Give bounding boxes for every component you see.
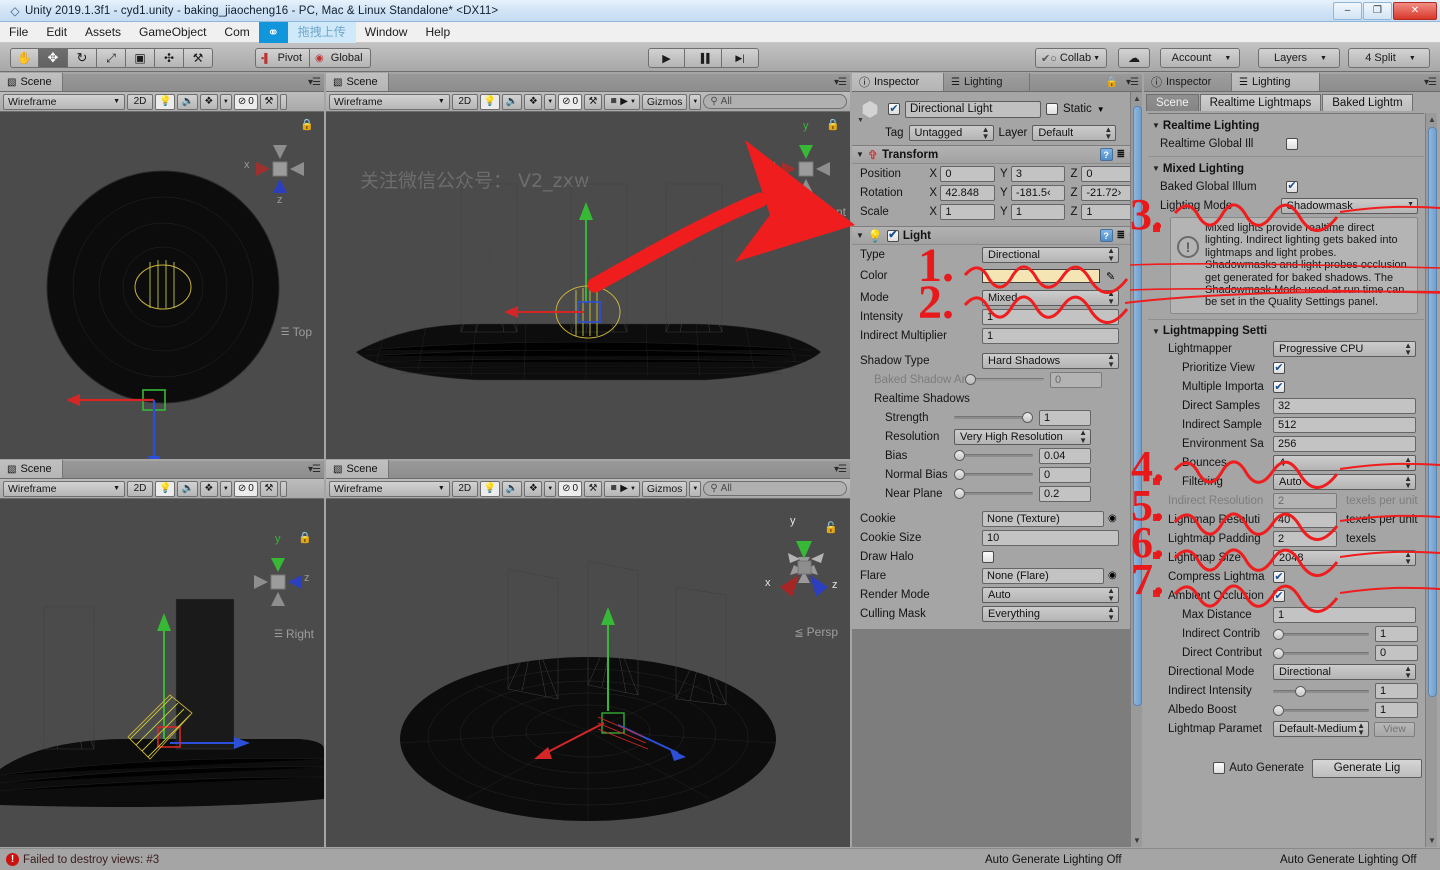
squiggle-1 [965, 267, 1127, 293]
annotation-number-7: 7. [1131, 558, 1164, 602]
squiggle-4 [1175, 462, 1440, 488]
squiggle-6 [1175, 550, 1440, 576]
status-center-text: Auto Generate Lighting Off [985, 854, 1122, 866]
annotation-number-3: 3. [1130, 193, 1163, 237]
annotation-number-2: 2. [918, 279, 954, 327]
status-message[interactable]: Failed to destroy views: #3 [23, 854, 159, 866]
squiggle-7 [1175, 586, 1440, 612]
status-right-text: Auto Generate Lighting Off [1280, 854, 1417, 866]
squiggle-2 [965, 292, 1440, 323]
big-red-arrow [595, 140, 855, 285]
error-icon: ! [6, 853, 19, 866]
annotation-overlay [0, 0, 1440, 870]
status-bar: ! Failed to destroy views: #3 Auto Gener… [0, 848, 1440, 870]
squiggle-3 [1130, 205, 1440, 293]
squiggle-5 [1175, 514, 1440, 540]
